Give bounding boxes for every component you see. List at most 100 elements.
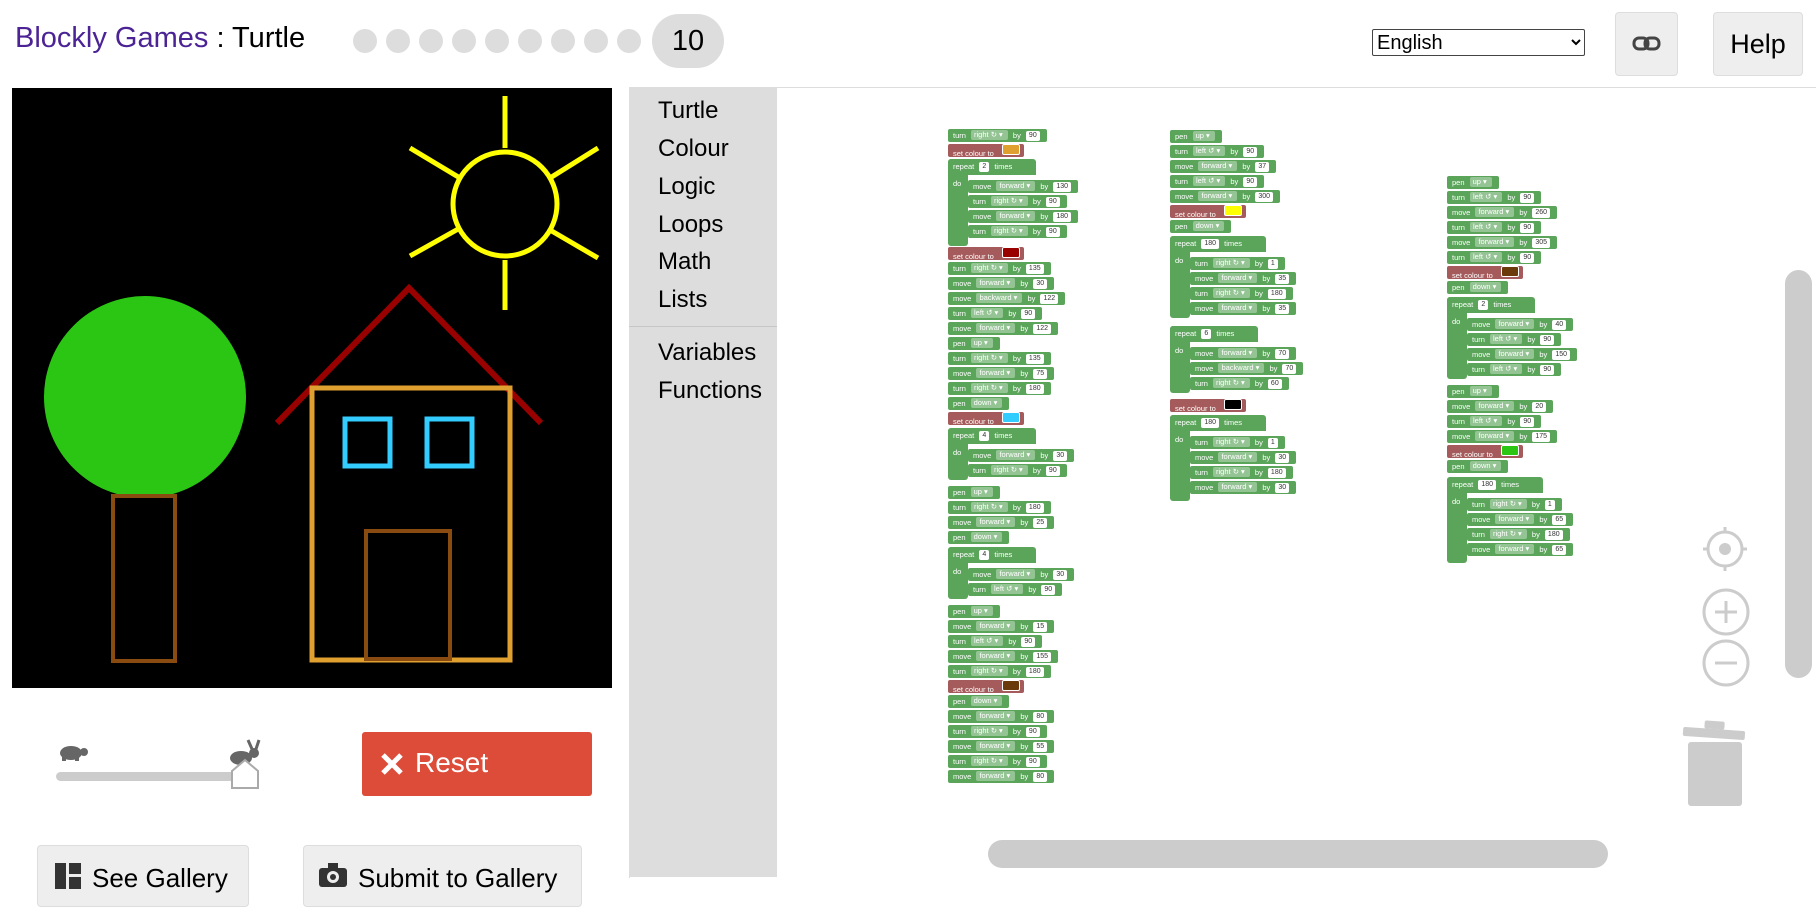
block[interactable]: turn right ↻ ▾ by 1 — [1190, 257, 1285, 270]
block[interactable]: turn left ↺ ▾ by 90 — [1447, 191, 1542, 204]
block[interactable]: repeat 180 times do — [1447, 477, 1543, 563]
block[interactable]: move backward ▾ by 70 — [1190, 362, 1304, 375]
block[interactable]: turn left ↺ ▾ by 90 — [1447, 221, 1542, 234]
block[interactable]: move forward ▾ by 150 — [1467, 348, 1578, 361]
level-dot-9[interactable] — [617, 29, 641, 53]
block[interactable]: move forward ▾ by 155 — [948, 650, 1059, 663]
block[interactable]: set colour to — [1170, 399, 1246, 413]
block[interactable]: turn right ↻ ▾ by 135 — [948, 352, 1051, 365]
level-dot-5[interactable] — [485, 29, 509, 53]
block[interactable]: move forward ▾ by 30 — [968, 568, 1075, 581]
reset-button[interactable]: Reset — [362, 732, 592, 796]
block[interactable]: move forward ▾ by 37 — [1170, 160, 1277, 173]
block[interactable]: turn right ↻ ▾ by 135 — [948, 262, 1051, 275]
block[interactable]: turn right ↻ ▾ by 180 — [1190, 287, 1293, 300]
block[interactable]: move forward ▾ by 70 — [1190, 347, 1297, 360]
block[interactable]: pen up ▾ — [1447, 385, 1499, 398]
category-colour[interactable]: Colour — [658, 135, 729, 163]
block[interactable]: pen up ▾ — [948, 486, 1000, 499]
trash-icon[interactable] — [1680, 720, 1748, 810]
submit-gallery-button[interactable]: Submit to Gallery — [303, 845, 582, 907]
language-select[interactable]: English — [1372, 29, 1585, 56]
block[interactable]: move backward ▾ by 122 — [948, 292, 1066, 305]
category-math[interactable]: Math — [658, 248, 711, 276]
block[interactable]: turn right ↻ ▾ by 180 — [948, 382, 1051, 395]
block[interactable]: move forward ▾ by 260 — [1447, 206, 1558, 219]
level-dot-4[interactable] — [452, 29, 476, 53]
category-loops[interactable]: Loops — [658, 211, 723, 239]
block[interactable]: turn left ↺ ▾ by 90 — [1447, 415, 1542, 428]
category-functions[interactable]: Functions — [658, 377, 762, 405]
block[interactable]: turn left ↺ ▾ by 90 — [968, 583, 1063, 596]
block[interactable]: move forward ▾ by 30 — [968, 449, 1075, 462]
block[interactable]: turn right ↻ ▾ by 180 — [948, 501, 1051, 514]
block[interactable]: pen down ▾ — [948, 531, 1010, 544]
block[interactable]: move forward ▾ by 130 — [968, 180, 1079, 193]
block[interactable]: move forward ▾ by 305 — [1447, 236, 1558, 249]
block[interactable]: repeat 180 times do — [1170, 236, 1266, 318]
level-dot-7[interactable] — [551, 29, 575, 53]
block[interactable]: pen down ▾ — [1447, 281, 1509, 294]
block[interactable]: set colour to — [948, 412, 1024, 426]
block[interactable]: set colour to — [948, 144, 1024, 158]
block[interactable]: move forward ▾ by 65 — [1467, 543, 1574, 556]
block[interactable]: set colour to — [948, 247, 1024, 261]
block[interactable]: move forward ▾ by 30 — [948, 277, 1055, 290]
block[interactable]: move forward ▾ by 122 — [948, 322, 1059, 335]
block[interactable]: turn right ↻ ▾ by 60 — [1190, 377, 1289, 390]
workspace-horizontal-scrollbar[interactable] — [988, 840, 1608, 868]
block[interactable]: set colour to — [1447, 445, 1523, 459]
block[interactable]: move forward ▾ by 55 — [948, 740, 1055, 753]
block[interactable]: pen down ▾ — [1447, 460, 1509, 473]
help-button[interactable]: Help — [1713, 12, 1803, 76]
level-dot-1[interactable] — [353, 29, 377, 53]
block[interactable]: set colour to — [1447, 266, 1523, 280]
block[interactable]: turn right ↻ ▾ by 180 — [948, 665, 1051, 678]
block[interactable]: turn right ↻ ▾ by 1 — [1467, 498, 1562, 511]
speed-slider-knob[interactable] — [230, 758, 260, 790]
block[interactable]: move forward ▾ by 15 — [948, 620, 1055, 633]
block[interactable]: turn right ↻ ▾ by 180 — [1190, 466, 1293, 479]
block[interactable]: move forward ▾ by 300 — [1170, 190, 1281, 203]
block[interactable]: turn right ↻ ▾ by 180 — [1467, 528, 1570, 541]
block[interactable]: pen up ▾ — [948, 337, 1000, 350]
block[interactable]: turn right ↻ ▾ by 90 — [948, 755, 1047, 768]
zoom-out-icon[interactable] — [1702, 639, 1750, 687]
block[interactable]: repeat 2 times do — [1447, 297, 1535, 379]
block[interactable]: turn right ↻ ▾ by 90 — [948, 129, 1047, 142]
block[interactable]: turn right ↻ ▾ by 1 — [1190, 436, 1285, 449]
level-dot-6[interactable] — [518, 29, 542, 53]
block[interactable]: move forward ▾ by 40 — [1467, 318, 1574, 331]
block[interactable]: turn left ↺ ▾ by 90 — [1467, 363, 1562, 376]
block[interactable]: turn right ↻ ▾ by 90 — [968, 225, 1067, 238]
level-dot-3[interactable] — [419, 29, 443, 53]
block[interactable]: turn left ↺ ▾ by 90 — [948, 307, 1043, 320]
block[interactable]: pen down ▾ — [948, 695, 1010, 708]
block[interactable]: turn left ↺ ▾ by 90 — [948, 635, 1043, 648]
link-button[interactable] — [1615, 12, 1678, 76]
block[interactable]: pen up ▾ — [948, 605, 1000, 618]
block[interactable]: pen down ▾ — [1170, 220, 1232, 233]
block[interactable]: pen up ▾ — [1447, 176, 1499, 189]
block[interactable]: repeat 2 times do — [948, 159, 1036, 246]
block[interactable]: move forward ▾ by 35 — [1190, 272, 1297, 285]
blockly-games-link[interactable]: Blockly Games — [15, 22, 208, 54]
block[interactable]: turn right ↻ ▾ by 90 — [968, 195, 1067, 208]
block[interactable]: turn right ↻ ▾ by 90 — [968, 464, 1067, 477]
block[interactable]: repeat 6 times do — [1170, 326, 1258, 393]
block[interactable]: move forward ▾ by 80 — [948, 770, 1055, 783]
level-dot-8[interactable] — [584, 29, 608, 53]
level-dot-2[interactable] — [386, 29, 410, 53]
block[interactable]: pen down ▾ — [948, 397, 1010, 410]
block[interactable]: repeat 4 times do — [948, 428, 1036, 480]
speed-slider-track[interactable] — [56, 772, 258, 781]
block[interactable]: move forward ▾ by 25 — [948, 516, 1055, 529]
block[interactable]: move forward ▾ by 175 — [1447, 430, 1558, 443]
block[interactable]: move forward ▾ by 30 — [1190, 481, 1297, 494]
block[interactable]: pen up ▾ — [1170, 130, 1222, 143]
block[interactable]: turn left ↺ ▾ by 90 — [1467, 333, 1562, 346]
block[interactable]: turn left ↺ ▾ by 90 — [1170, 145, 1265, 158]
block[interactable]: repeat 180 times do — [1170, 415, 1266, 501]
block[interactable]: move forward ▾ by 20 — [1447, 400, 1554, 413]
block[interactable]: move forward ▾ by 65 — [1467, 513, 1574, 526]
